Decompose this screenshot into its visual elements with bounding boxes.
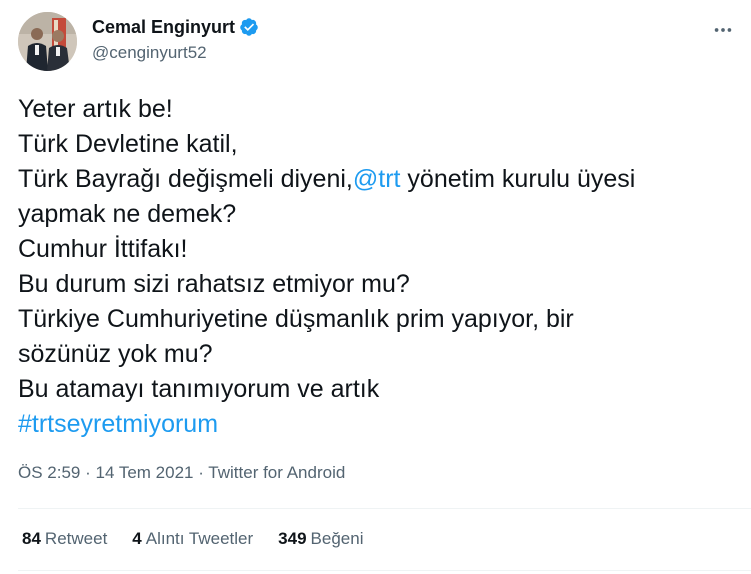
- quote-tweets-label: Alıntı Tweetler: [145, 529, 254, 548]
- tweet-date[interactable]: 14 Tem 2021: [96, 463, 194, 482]
- tweet-stats: 84 Retweet 4 Alıntı Tweetler 349 Beğeni: [22, 529, 388, 549]
- likes-stat[interactable]: 349 Beğeni: [278, 529, 363, 549]
- hashtag-link[interactable]: #trtseyretmiyorum: [18, 407, 731, 442]
- tweet-line-text: yönetim kurulu üyesi: [400, 165, 636, 193]
- mention-link[interactable]: @trt: [353, 165, 401, 193]
- display-name[interactable]: Cemal Enginyurt: [92, 17, 235, 38]
- divider: [18, 508, 751, 509]
- tweet-line: Cumhur İttifakı!: [18, 235, 188, 263]
- likes-count: 349: [278, 529, 307, 548]
- retweets-label: Retweet: [44, 529, 108, 548]
- tweet-card: Cemal Enginyurt @cenginyurt52 Yeter artı…: [0, 0, 751, 574]
- tweet-line: Türkiye Cumhuriyetine düşmanlık prim yap…: [18, 305, 574, 333]
- quote-tweets-count: 4: [132, 529, 142, 548]
- tweet-line: Bu atamayı tanımıyorum ve artık: [18, 375, 380, 403]
- meta-separator: ·: [85, 463, 96, 482]
- verified-badge-icon: [239, 17, 259, 37]
- tweet-line: sözünüz yok mu?: [18, 340, 213, 368]
- tweet-text: Yeter artık be! Türk Devletine katil, Tü…: [18, 92, 731, 442]
- name-row: Cemal Enginyurt: [92, 15, 259, 39]
- tweet-time[interactable]: ÖS 2:59: [18, 463, 80, 482]
- avatar[interactable]: [18, 12, 77, 71]
- tweet-line: Yeter artık be!: [18, 95, 173, 123]
- more-options-icon[interactable]: [711, 18, 735, 42]
- retweets-count: 84: [22, 529, 41, 548]
- tweet-header: Cemal Enginyurt @cenginyurt52: [18, 12, 737, 72]
- author-handle[interactable]: @cenginyurt52: [92, 43, 259, 63]
- tweet-line-text: Türk Bayrağı değişmeli diyeni,: [18, 165, 353, 193]
- tweet-line: Bu durum sizi rahatsız etmiyor mu?: [18, 270, 410, 298]
- author-identity: Cemal Enginyurt @cenginyurt52: [92, 15, 259, 63]
- retweets-stat[interactable]: 84 Retweet: [22, 529, 107, 549]
- meta-separator: ·: [198, 463, 209, 482]
- tweet-line: yapmak ne demek?: [18, 200, 237, 228]
- quote-tweets-stat[interactable]: 4 Alıntı Tweetler: [132, 529, 253, 549]
- avatar-photo: [18, 12, 77, 71]
- tweet-meta: ÖS 2:59 · 14 Tem 2021 · Twitter for Andr…: [18, 463, 345, 483]
- tweet-line: Türk Devletine katil,: [18, 130, 238, 158]
- tweet-line: Türk Bayrağı değişmeli diyeni,@trt yönet…: [18, 162, 731, 197]
- divider: [18, 570, 751, 571]
- tweet-source[interactable]: Twitter for Android: [208, 463, 345, 482]
- likes-label: Beğeni: [310, 529, 364, 548]
